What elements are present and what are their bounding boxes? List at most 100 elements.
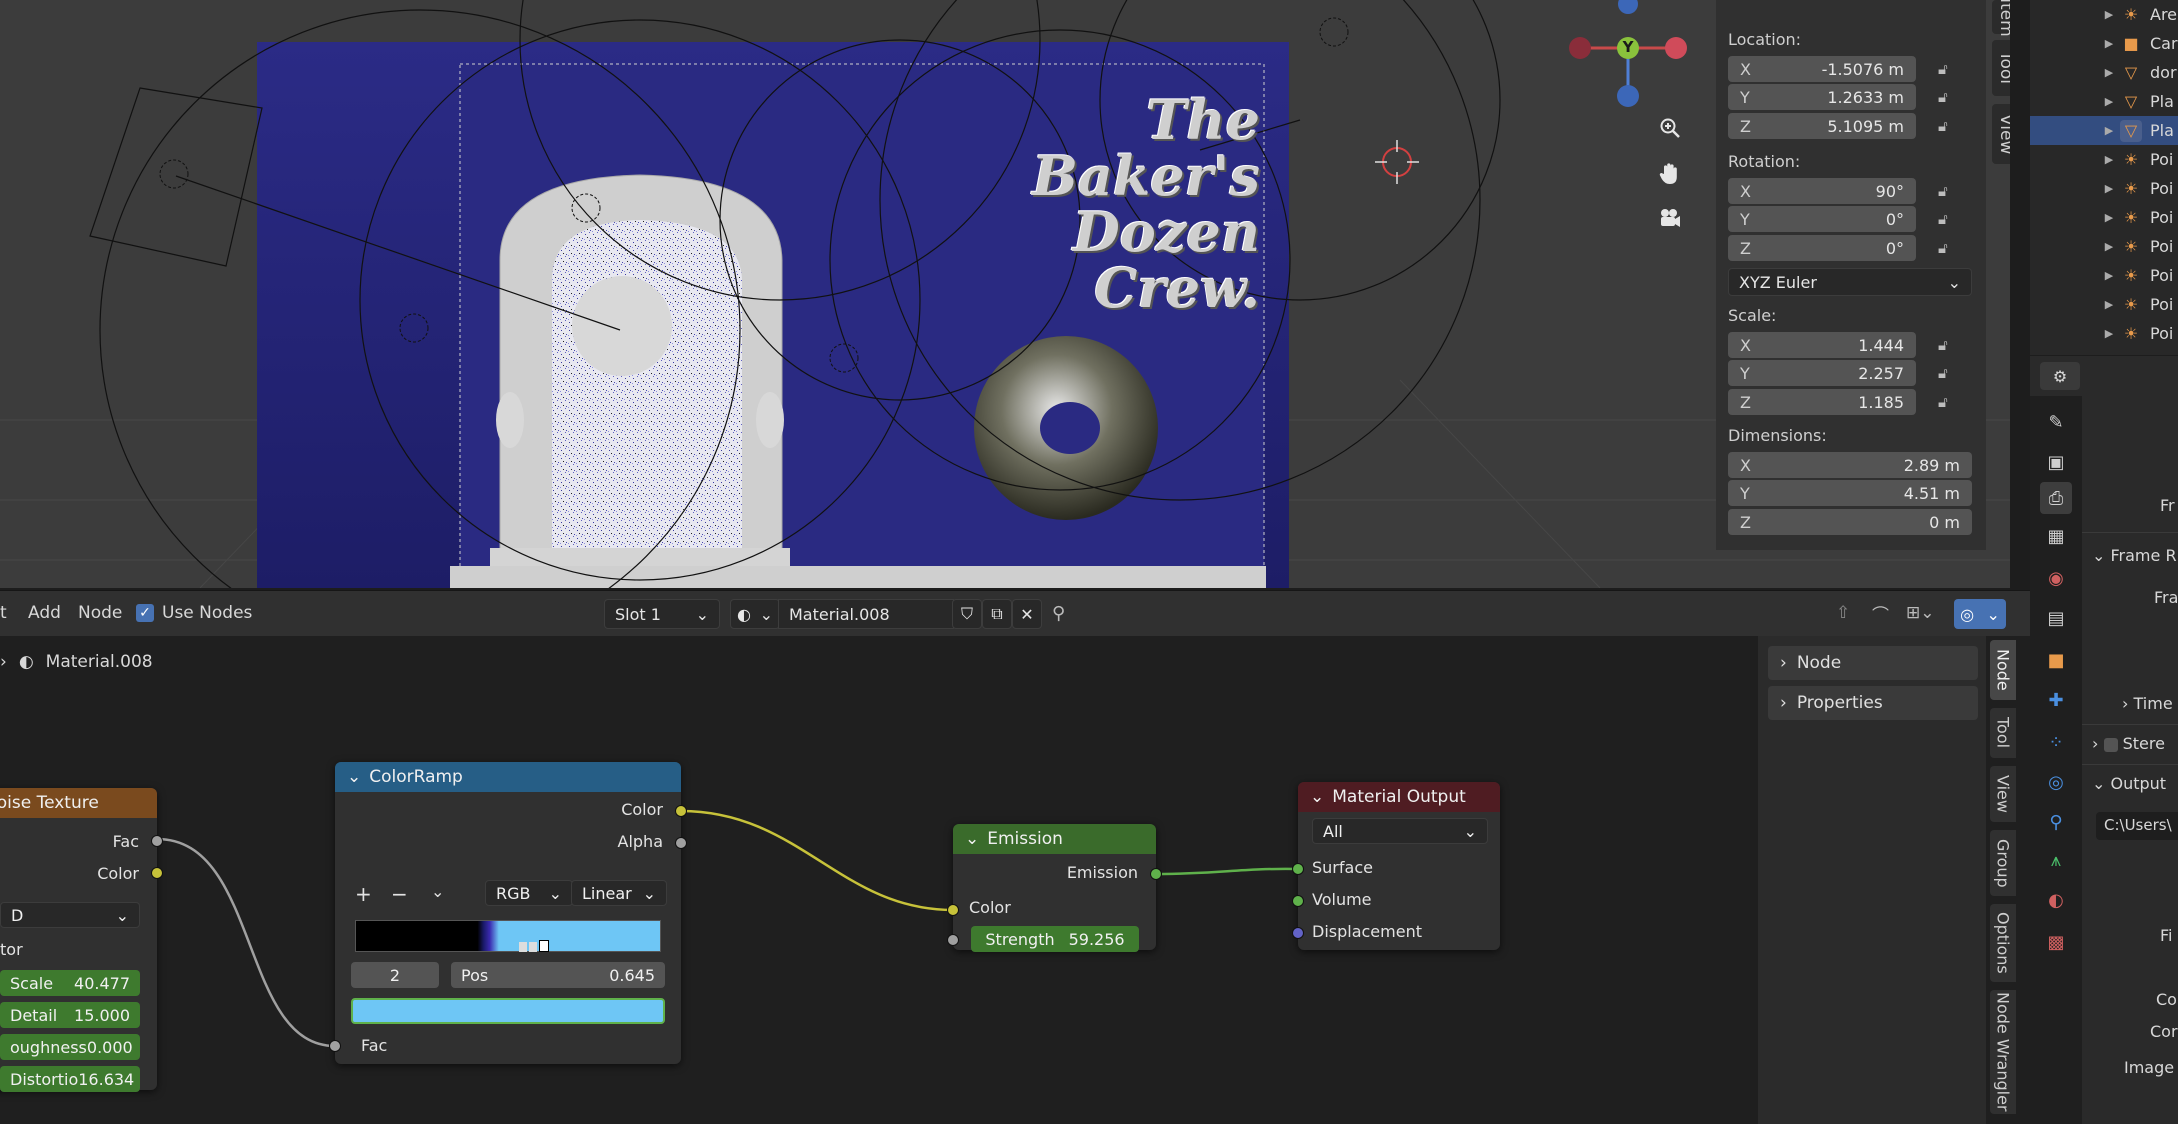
color-mode-dropdown[interactable]: RGB ⌄ [485, 880, 573, 906]
properties-editor[interactable]: ⚙ ✎ ▣ ⎙ ▦ ◉ ▤ ■ ✚ ⁘ ◎ ⚲ ⩚ ◐ ▩ Fr ⌄ Frame… [2030, 356, 2178, 1124]
duplicate-icon[interactable]: ⧉ [982, 599, 1012, 629]
checkbox-checked-icon[interactable]: ✓ [136, 604, 154, 622]
expand-icon[interactable]: ▶ [2098, 124, 2120, 137]
pin-icon[interactable]: ⚲ [1052, 599, 1065, 627]
output-panel[interactable]: ⌄ Output [2092, 774, 2166, 793]
scale-field[interactable]: Scale 40.477 [0, 970, 140, 996]
node-header[interactable]: ⌄ ColorRamp [335, 762, 681, 792]
chevron-down-icon[interactable]: ⌄ [965, 829, 979, 849]
tab-node-wrangler[interactable]: Node Wrangler [1990, 990, 2016, 1114]
node-header[interactable]: ⌄ Emission [953, 824, 1156, 854]
outliner-item[interactable]: ▶ ☀ Poi [2030, 174, 2178, 203]
lock-icon[interactable]: 🔓︎ [1938, 210, 1960, 230]
outliner-item[interactable]: ▶ ▽ Pla [2030, 87, 2178, 116]
outliner-item[interactable]: ▶ ▽ dor [2030, 58, 2178, 87]
lock-icon[interactable]: 🔓︎ [1938, 364, 1960, 384]
render-icon[interactable]: ▣ [2040, 446, 2072, 478]
color-ramp-gradient[interactable] [355, 920, 661, 952]
expand-icon[interactable]: ▶ [2098, 327, 2120, 340]
fac-input-socket[interactable] [329, 1040, 341, 1052]
material-output-node[interactable]: ⌄ Material Output All ⌄ Surface Volume Dis… [1292, 782, 1500, 950]
location-z-field[interactable]: Z 5.1095 m [1728, 113, 1916, 139]
time-panel[interactable]: › Time [2122, 694, 2173, 713]
stereo-panel[interactable]: › Stere [2092, 734, 2165, 753]
overlay-toggle[interactable]: ◎ ⌄ [1954, 599, 2006, 629]
tab-tool[interactable]: Tool [1992, 40, 2010, 96]
tool-icon[interactable]: ✎ [2040, 406, 2072, 438]
tab-node[interactable]: Node [1990, 640, 2016, 700]
surface-input-socket[interactable] [1292, 863, 1304, 875]
expand-icon[interactable]: ▶ [2098, 211, 2120, 224]
scale-y-field[interactable]: Y 2.257 [1728, 360, 1916, 386]
particles-icon[interactable]: ⁘ [2040, 726, 2072, 758]
fake-user-shield-icon[interactable]: ⛉ [952, 599, 982, 629]
expand-icon[interactable]: ▶ [2098, 95, 2120, 108]
chevron-down-icon[interactable]: ⌄ [347, 767, 361, 787]
stop-color-swatch[interactable] [351, 998, 665, 1024]
outliner[interactable]: ▶ ☀ Are ▶ ■ Car ▶ ▽ dor ▶ ▽ Pla ▶ ▽ Pla ▶ ☀ Poi ▶ ☀ Po… [2030, 0, 2178, 355]
material-icon[interactable]: ◐ [2040, 884, 2072, 916]
view-layer-icon[interactable]: ▦ [2040, 520, 2072, 552]
tab-options[interactable]: Options [1990, 904, 2016, 982]
tab-tool[interactable]: Tool [1990, 708, 2016, 758]
menu-add[interactable]: Add [28, 599, 61, 627]
dimensions-y-field[interactable]: Y 4.51 m [1728, 480, 1972, 506]
chevron-down-icon[interactable]: ⌄ [1310, 787, 1324, 807]
distortion-field[interactable]: Distortio 16.634 [0, 1066, 140, 1092]
roughness-field[interactable]: oughness 0.000 [0, 1034, 140, 1060]
output-icon[interactable]: ⎙ [2040, 482, 2072, 514]
add-stop-button[interactable]: + [355, 882, 372, 906]
node-editor-canvas[interactable]: › ◐ Material.008 loise Texture Fac Color… [0, 636, 2030, 1124]
stereo-checkbox[interactable] [2103, 737, 2118, 752]
dimensions-x-field[interactable]: X 2.89 m [1728, 452, 1972, 478]
ramp-stop-handle[interactable] [519, 942, 527, 952]
rotation-y-field[interactable]: Y 0° [1728, 206, 1916, 232]
close-icon[interactable]: ✕ [1012, 599, 1042, 629]
lock-icon[interactable]: 🔓︎ [1938, 117, 1960, 137]
outliner-item[interactable]: ▶ ☀ Are [2030, 0, 2178, 29]
expand-icon[interactable]: ▶ [2098, 153, 2120, 166]
lock-icon[interactable]: 🔓︎ [1938, 88, 1960, 108]
expand-icon[interactable]: ▶ [2098, 182, 2120, 195]
tab-view[interactable]: View [1990, 766, 2016, 822]
color-output-socket[interactable] [675, 805, 687, 817]
slot-dropdown[interactable]: Slot 1 ⌄ [604, 599, 720, 629]
expand-icon[interactable]: ▶ [2098, 66, 2120, 79]
use-nodes-toggle[interactable]: ✓ Use Nodes [136, 599, 252, 627]
expand-icon[interactable]: ▶ [2098, 8, 2120, 21]
lock-icon[interactable]: 🔓︎ [1938, 336, 1960, 356]
snap-mode-icon[interactable]: ⊞⌄ [1906, 599, 1935, 627]
node-header[interactable]: ⌄ Material Output [1298, 782, 1500, 812]
strength-input-socket[interactable] [947, 934, 959, 946]
scale-z-field[interactable]: Z 1.185 [1728, 389, 1916, 415]
stop-index-field[interactable]: 2 [351, 962, 439, 988]
strength-field[interactable]: Strength 59.256 [971, 926, 1139, 952]
emission-node[interactable]: ⌄ Emission Emission Color Strength 59.256 [947, 824, 1162, 952]
output-target-dropdown[interactable]: All ⌄ [1312, 818, 1488, 844]
noise-texture-node[interactable]: loise Texture Fac Color D ⌄ tor Scale 40.4… [0, 788, 163, 1092]
stop-pos-field[interactable]: Pos 0.645 [451, 962, 665, 988]
emission-output-socket[interactable] [1150, 868, 1162, 880]
gizmo-y-label[interactable]: Y [1620, 38, 1636, 56]
colorramp-node[interactable]: ⌄ ColorRamp Color Alpha + − ⌄ RGB ⌄ Linear… [329, 762, 687, 1064]
lock-icon[interactable]: 🔓︎ [1938, 239, 1960, 259]
outliner-item[interactable]: ▶ ☀ Poi [2030, 145, 2178, 174]
dimensions-z-field[interactable]: Z 0 m [1728, 509, 1972, 535]
panel-properties[interactable]: › Properties [1768, 686, 1978, 720]
location-x-field[interactable]: X -1.5076 m [1728, 56, 1916, 82]
detail-field[interactable]: Detail 15.000 [0, 1002, 140, 1028]
world-icon[interactable]: ▤ [2040, 602, 2072, 634]
output-path-field[interactable]: C:\Users\ [2096, 812, 2178, 840]
hand-icon[interactable] [1650, 154, 1690, 194]
modifier-icon[interactable]: ✚ [2040, 684, 2072, 716]
frame-range-panel[interactable]: ⌄ Frame R [2092, 546, 2177, 565]
physics-icon[interactable]: ◎ [2040, 766, 2072, 798]
lock-icon[interactable]: 🔓︎ [1938, 60, 1960, 80]
outliner-item[interactable]: ▶ ☀ Poi [2030, 319, 2178, 348]
editor-type-icon[interactable]: ⚙ [2040, 362, 2080, 390]
outliner-item[interactable]: ▶ ☀ Poi [2030, 232, 2178, 261]
camera-icon[interactable] [1650, 198, 1690, 238]
outliner-item[interactable]: ▶ ☀ Poi [2030, 203, 2178, 232]
remove-stop-button[interactable]: − [391, 882, 408, 906]
ramp-stop-handle-active[interactable] [539, 940, 549, 952]
